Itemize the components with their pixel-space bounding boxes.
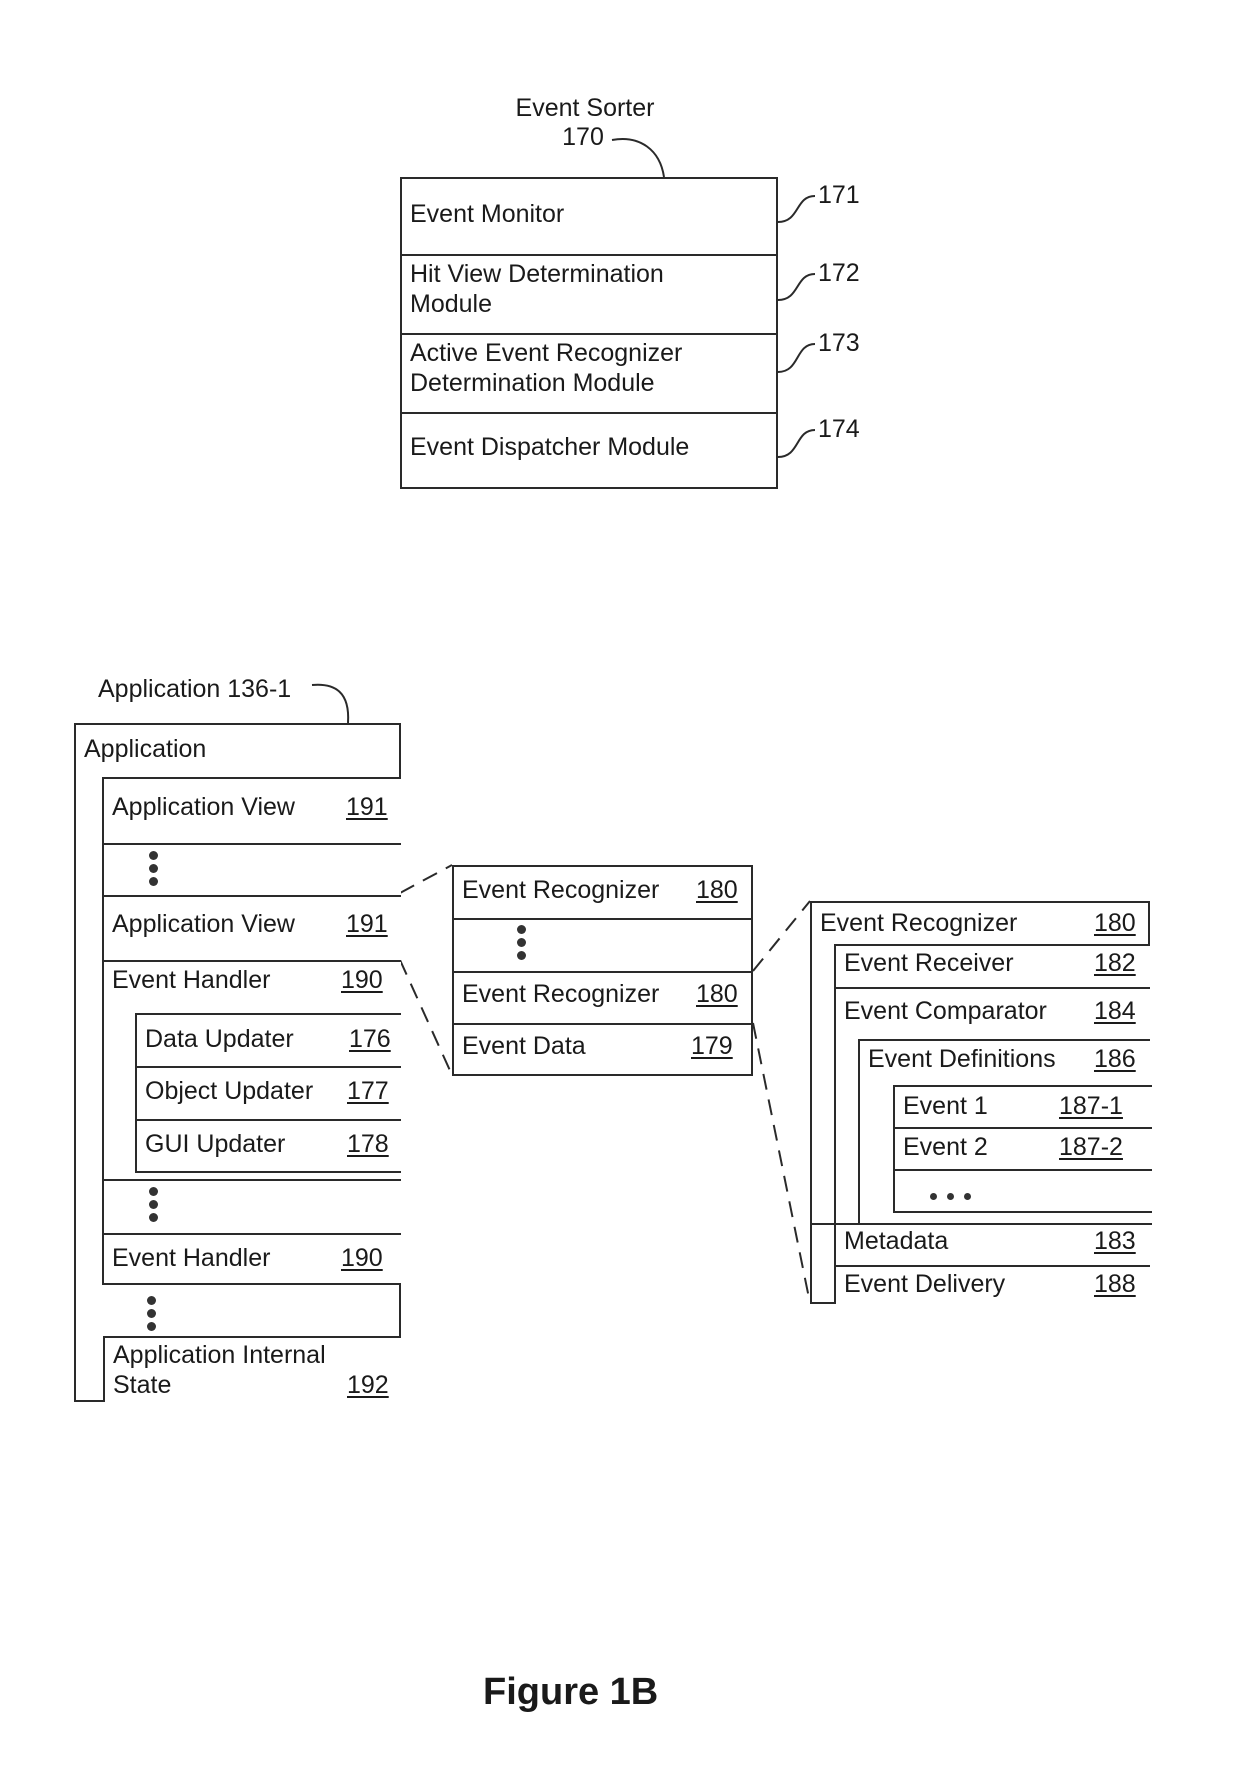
event-handler-1-ref: 190	[341, 966, 383, 994]
metadata-label: Metadata	[844, 1227, 949, 1255]
internal-state-box: Application Internal State 192	[103, 1336, 401, 1402]
ref-173: 173	[818, 329, 860, 357]
receiver-ref: 182	[1094, 949, 1136, 977]
dash-rec-to-detail-top	[752, 900, 811, 972]
leader-171	[777, 195, 816, 223]
event-sorter-ref: 170	[562, 123, 604, 151]
definitions-box: Event Definitions 186 Event 1 187-1 Even…	[858, 1039, 1152, 1223]
ref-172: 172	[818, 259, 860, 287]
horizontal-ellipsis-icon	[930, 1187, 981, 1200]
leader-174	[777, 429, 816, 458]
hit-view-module: Hit View Determination Module	[402, 254, 776, 333]
event-dispatcher-module: Event Dispatcher Module	[402, 412, 776, 487]
rec-1-ref: 180	[696, 876, 738, 904]
event-1-ref: 187-1	[1059, 1092, 1123, 1120]
event-handler-2: Event Handler 190	[104, 1233, 401, 1285]
rec-ellipsis-row	[454, 918, 751, 971]
hit-view-line-1: Hit View Determination	[410, 260, 664, 288]
app-view-2: Application View 191	[104, 895, 401, 960]
dash-app-view-to-rec-top	[399, 864, 453, 894]
event-sorter-title: Event Sorter	[515, 94, 655, 122]
application-caption: Application 136-1	[98, 675, 292, 703]
event-data-ref: 179	[691, 1032, 733, 1060]
internal-state-line-1: Application Internal	[113, 1341, 326, 1369]
definitions-label: Event Definitions	[868, 1045, 1056, 1073]
application-header: Application	[84, 735, 207, 763]
views-handlers-stack: Application View 191 Application View 19…	[102, 777, 401, 1181]
comparator-label: Event Comparator	[844, 997, 1047, 1025]
delivery-label: Event Delivery	[844, 1270, 1006, 1298]
event-dispatcher-label: Event Dispatcher Module	[410, 433, 690, 461]
app-view-1-label: Application View	[112, 793, 295, 821]
event-data: Event Data 179	[454, 1023, 751, 1074]
rec-1-label: Event Recognizer	[462, 876, 660, 904]
rec-2-ref: 180	[696, 980, 738, 1008]
recognizers-box: Event Recognizer 180 Event Recognizer 18…	[452, 865, 753, 1076]
definitions-ref: 186	[1094, 1045, 1136, 1073]
metadata-ref: 183	[1094, 1227, 1136, 1255]
active-recognizer-line-1: Active Event Recognizer	[410, 339, 683, 367]
event-monitor-label: Event Monitor	[410, 200, 565, 228]
app-view-2-label: Application View	[112, 910, 295, 938]
recognizer-detail-box: Event Recognizer 180 Event Receiver 182 …	[810, 901, 1152, 1305]
event-2: Event 2 187-2	[895, 1127, 1152, 1169]
vertical-ellipsis-icon	[149, 851, 159, 890]
event-handler-1: Event Handler 190 Data Updater 176 Objec…	[104, 960, 401, 1181]
leader-170	[611, 138, 665, 178]
internal-state-line-2: State	[113, 1371, 172, 1399]
app-view-2-ref: 191	[346, 910, 388, 938]
data-updater-label: Data Updater	[145, 1025, 294, 1053]
active-recognizer-line-2: Determination Module	[410, 369, 655, 397]
vertical-ellipsis-icon	[149, 1187, 159, 1226]
dash-handler-to-rec-bottom	[399, 959, 453, 1076]
vertical-ellipsis-icon	[517, 925, 527, 964]
rec-2-label: Event Recognizer	[462, 980, 660, 1008]
object-updater-label: Object Updater	[145, 1077, 314, 1105]
figure-label: Figure 1B	[483, 1671, 659, 1713]
active-recognizer-module: Active Event Recognizer Determination Mo…	[402, 333, 776, 412]
rec-2: Event Recognizer 180	[454, 971, 751, 1023]
delivery: Event Delivery 188	[836, 1265, 1150, 1305]
event-handler-2-label: Event Handler	[112, 1244, 271, 1272]
event-2-label: Event 2	[903, 1133, 988, 1161]
receiver-label: Event Receiver	[844, 949, 1014, 977]
event-handler-2-ref: 190	[341, 1244, 383, 1272]
ref-174: 174	[818, 415, 860, 443]
hit-view-line-2: Module	[410, 290, 492, 318]
comparator: Event Comparator 184 Event Definitions 1…	[836, 987, 1152, 1223]
event-1-label: Event 1	[903, 1092, 988, 1120]
application-box: Application Application View 191 Applica…	[74, 723, 401, 1402]
vertical-ellipsis-icon	[147, 1296, 157, 1335]
event-data-label: Event Data	[462, 1032, 586, 1060]
event-handler-1-label: Event Handler	[112, 966, 271, 994]
data-updater-ref: 176	[349, 1025, 391, 1053]
event-2-ref: 187-2	[1059, 1133, 1123, 1161]
updaters-box: Data Updater 176 Object Updater 177 GUI …	[135, 1013, 401, 1173]
events-ellipsis-row	[895, 1169, 1152, 1211]
detail-inner-box: Event Receiver 182 Event Comparator 184 …	[812, 944, 1152, 1305]
gui-updater-ref: 178	[347, 1130, 389, 1158]
detail-header-ref: 180	[1094, 909, 1136, 937]
object-updater: Object Updater 177	[137, 1066, 401, 1119]
internal-state-ref: 192	[347, 1371, 389, 1399]
delivery-ref: 188	[1094, 1270, 1136, 1298]
handler-ellipsis-and-handler-2: Event Handler 190	[102, 1179, 401, 1285]
comparator-ref: 184	[1094, 997, 1136, 1025]
events-box: Event 1 187-1 Event 2 187-2	[893, 1085, 1152, 1213]
figure-page: Event Sorter 170 Event Monitor Hit View …	[0, 0, 1240, 1779]
leader-172	[777, 273, 816, 301]
leader-136-1	[311, 683, 350, 724]
detail-header-label: Event Recognizer	[820, 909, 1018, 937]
gui-updater-label: GUI Updater	[145, 1130, 286, 1158]
gui-updater: GUI Updater 178	[137, 1119, 401, 1171]
event-sorter-box: Event Monitor Hit View Determination Mod…	[400, 177, 778, 489]
dash-rec-to-detail-bottom	[752, 1022, 811, 1304]
app-view-1-ref: 191	[346, 793, 388, 821]
app-view-ellipsis-row	[104, 843, 401, 895]
leader-173	[777, 343, 816, 373]
object-updater-ref: 177	[347, 1077, 389, 1105]
ref-171: 171	[818, 181, 860, 209]
